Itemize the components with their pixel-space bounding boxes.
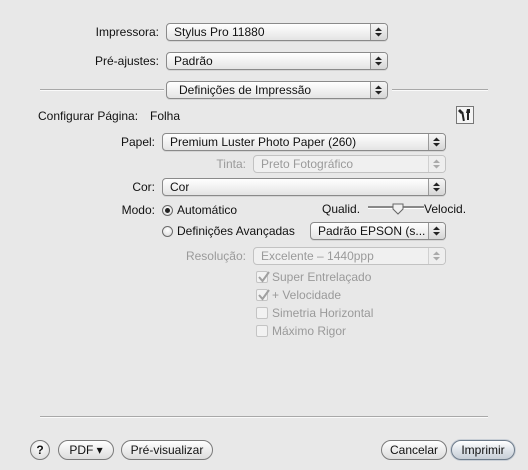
presets-popup[interactable]: Padrão	[166, 52, 388, 70]
updown-arrows-icon	[370, 82, 387, 98]
ink-popup: Preto Fotográfico	[253, 155, 446, 173]
option-checkbox	[256, 325, 268, 337]
updown-arrows-icon	[428, 248, 445, 264]
option-label: + Velocidade	[272, 288, 342, 302]
option-label: Super Entrelaçado	[272, 270, 372, 284]
mode-advanced-label[interactable]: Definições Avançadas	[177, 223, 295, 239]
option-label: Simetria Horizontal	[272, 306, 374, 320]
speed-label: Velocid.	[424, 202, 467, 216]
resolution-value: Excelente – 1440ppp	[261, 249, 374, 263]
panel-popup[interactable]: Definições de Impressão	[166, 81, 388, 99]
advanced-preset-value: Padrão EPSON (s...	[318, 224, 426, 238]
updown-arrows-icon	[428, 134, 445, 150]
resolution-label: Resolução:	[185, 249, 246, 263]
footer-separator	[40, 416, 488, 418]
cancel-button[interactable]: Cancelar	[381, 440, 447, 460]
pdf-menu-button[interactable]: PDF ▾	[58, 440, 114, 460]
color-popup[interactable]: Cor	[162, 178, 446, 196]
separator-left	[40, 89, 164, 91]
printer-utility-icon[interactable]	[456, 106, 474, 124]
quality-label: Qualid.	[322, 202, 361, 216]
printer-label: Impressora:	[95, 25, 159, 39]
ink-label: Tinta:	[216, 157, 246, 171]
updown-arrows-icon	[428, 156, 445, 172]
presets-value: Padrão	[174, 54, 213, 68]
printer-popup[interactable]: Stylus Pro 11880	[166, 23, 388, 41]
updown-arrows-icon	[370, 24, 387, 40]
mode-label: Modo:	[121, 203, 155, 217]
color-value: Cor	[170, 180, 190, 194]
mode-automatic-label[interactable]: Automático	[177, 202, 237, 218]
mode-automatic-radio[interactable]	[162, 205, 173, 216]
checkmark-icon	[258, 271, 270, 283]
option-checkbox	[256, 271, 270, 283]
printer-value: Stylus Pro 11880	[174, 25, 265, 39]
updown-arrows-icon	[428, 223, 445, 239]
paper-label: Papel:	[120, 135, 155, 149]
checkmark-icon	[258, 289, 270, 301]
updown-arrows-icon	[370, 53, 387, 69]
advanced-preset-popup[interactable]: Padrão EPSON (s...	[310, 222, 446, 240]
ink-value: Preto Fotográfico	[261, 157, 354, 171]
option-label: Máximo Rigor	[272, 324, 347, 338]
presets-label: Pré-ajustes:	[94, 54, 159, 68]
mode-advanced-radio[interactable]	[162, 226, 173, 237]
quality-speed-slider[interactable]	[368, 203, 424, 217]
paper-value: Premium Luster Photo Paper (260)	[170, 135, 357, 149]
separator-right	[392, 89, 488, 91]
slider-thumb[interactable]	[392, 203, 404, 215]
page-setup-value: Folha	[150, 109, 181, 123]
help-button[interactable]: ?	[30, 440, 50, 460]
preview-button[interactable]: Pré-visualizar	[121, 440, 213, 460]
paper-popup[interactable]: Premium Luster Photo Paper (260)	[162, 133, 446, 151]
option-checkbox	[256, 307, 268, 319]
print-button[interactable]: Imprimir	[451, 440, 515, 460]
page-setup-label: Configurar Página:	[38, 109, 139, 123]
option-checkbox	[256, 289, 270, 301]
updown-arrows-icon	[428, 179, 445, 195]
resolution-popup: Excelente – 1440ppp	[253, 247, 446, 265]
panel-value: Definições de Impressão	[179, 83, 312, 97]
color-label: Cor:	[132, 180, 155, 194]
